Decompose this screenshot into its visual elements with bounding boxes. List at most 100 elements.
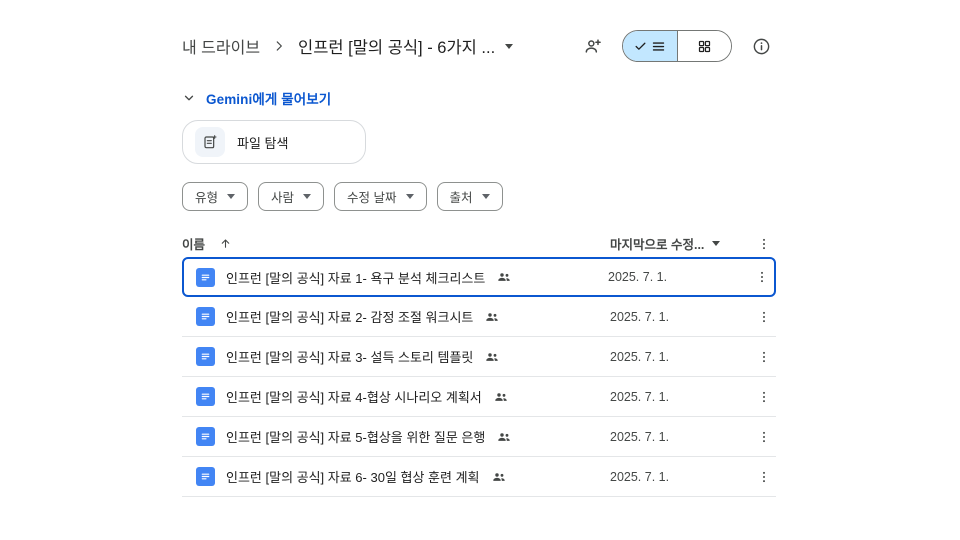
- more-actions-button[interactable]: [752, 425, 776, 449]
- chevron-down-icon: [481, 194, 490, 199]
- filter-chip-modified[interactable]: 수정 날짜: [334, 182, 427, 211]
- file-name: 인프런 [말의 공식] 자료 6- 30일 협상 훈련 계획: [226, 470, 480, 485]
- name-header-label: 이름: [182, 238, 206, 252]
- sort-by-name[interactable]: 이름: [182, 234, 610, 253]
- more-vert-icon: [763, 471, 765, 482]
- sort-by-modified[interactable]: 마지막으로 수정...: [610, 234, 750, 253]
- modified-date: 2025. 7. 1.: [610, 389, 670, 404]
- chip-label: 출처: [449, 191, 473, 205]
- more-actions-button[interactable]: [752, 385, 776, 409]
- more-vert-icon: [763, 351, 765, 362]
- shared-people-icon: [486, 352, 499, 361]
- toolbar-right: [578, 30, 776, 62]
- table-row[interactable]: 인프런 [말의 공식] 자료 5-협상을 위한 질문 은행 2025. 7. 1…: [182, 417, 776, 457]
- row-menu-cell: [750, 425, 776, 449]
- sort-desc-caret-icon: [712, 241, 721, 246]
- table-row[interactable]: 인프런 [말의 공식] 자료 3- 설득 스토리 템플릿 2025. 7. 1.: [182, 337, 776, 377]
- file-table: 이름 마지막으로 수정... 인프런 [말의 공식] 자료 1- 욕구 분석 체…: [182, 230, 776, 497]
- modified-date: 2025. 7. 1.: [610, 349, 670, 364]
- column-options-button[interactable]: [752, 232, 776, 256]
- info-icon: [753, 38, 769, 54]
- details-button[interactable]: [746, 31, 776, 61]
- google-docs-icon: [196, 307, 215, 326]
- breadcrumb-my-drive[interactable]: 내 드라이브: [182, 34, 260, 58]
- row-menu-cell: [750, 385, 776, 409]
- shared-people-icon: [486, 312, 499, 321]
- manage-members-button[interactable]: [578, 31, 608, 61]
- table-row[interactable]: 인프런 [말의 공식] 자료 4-협상 시나리오 계획서 2025. 7. 1.: [182, 377, 776, 417]
- row-menu-cell: [750, 305, 776, 329]
- more-actions-button[interactable]: [750, 265, 774, 289]
- folder-title: 인프런 [말의 공식] - 6가지 ...: [298, 39, 496, 57]
- more-actions-button[interactable]: [752, 305, 776, 329]
- google-docs-icon: [196, 467, 215, 486]
- chevron-down-icon: [227, 194, 236, 199]
- filter-chip-type[interactable]: 유형: [182, 182, 249, 211]
- list-view-button[interactable]: [623, 31, 677, 61]
- folder-menu-caret-icon: [505, 43, 514, 49]
- more-actions-button[interactable]: [752, 345, 776, 369]
- file-name-cell: 인프런 [말의 공식] 자료 5-협상을 위한 질문 은행: [182, 427, 610, 446]
- row-menu-cell: [750, 465, 776, 489]
- breadcrumb-bar: 내 드라이브 인프런 [말의 공식] - 6가지 ...: [182, 28, 776, 64]
- google-docs-icon: [196, 427, 215, 446]
- ask-gemini-label: Gemini에게 물어보기: [206, 92, 332, 107]
- file-name-cell: 인프런 [말의 공식] 자료 4-협상 시나리오 계획서: [182, 387, 610, 406]
- drive-content: 내 드라이브 인프런 [말의 공식] - 6가지 ... Gemini에게 물어…: [182, 28, 776, 497]
- row-menu-cell: [748, 265, 774, 289]
- filter-chips: 유형 사람 수정 날짜 출처: [182, 182, 776, 211]
- more-vert-icon: [763, 431, 765, 442]
- chevron-right-icon: [272, 39, 286, 53]
- chevron-down-icon: [405, 194, 414, 199]
- file-name: 인프런 [말의 공식] 자료 5-협상을 위한 질문 은행: [226, 430, 486, 445]
- ask-gemini-toggle[interactable]: Gemini에게 물어보기: [182, 88, 776, 108]
- more-vert-icon: [763, 391, 765, 402]
- file-explore-label: 파일 탐색: [237, 135, 289, 151]
- grid-view-button[interactable]: [677, 31, 731, 61]
- person-add-icon: [585, 39, 601, 53]
- chip-label: 사람: [271, 191, 295, 205]
- file-explore-button[interactable]: 파일 탐색: [182, 120, 366, 164]
- filter-chip-people[interactable]: 사람: [258, 182, 325, 211]
- check-icon: [635, 42, 646, 50]
- file-name-cell: 인프런 [말의 공식] 자료 1- 욕구 분석 체크리스트: [184, 267, 608, 287]
- table-row[interactable]: 인프런 [말의 공식] 자료 6- 30일 협상 훈련 계획 2025. 7. …: [182, 457, 776, 497]
- chip-label: 수정 날짜: [347, 191, 397, 205]
- table-row[interactable]: 인프런 [말의 공식] 자료 2- 감정 조절 워크시트 2025. 7. 1.: [182, 297, 776, 337]
- file-name: 인프런 [말의 공식] 자료 3- 설득 스토리 템플릿: [226, 350, 474, 365]
- chip-label: 유형: [195, 191, 219, 205]
- filter-chip-source[interactable]: 출처: [436, 182, 503, 211]
- more-vert-icon: [763, 238, 765, 249]
- file-name: 인프런 [말의 공식] 자료 2- 감정 조절 워크시트: [226, 310, 474, 325]
- file-list: 인프런 [말의 공식] 자료 1- 욕구 분석 체크리스트 2025. 7. 1…: [182, 257, 776, 497]
- chevron-down-icon: [184, 95, 194, 101]
- list-view-icon: [652, 41, 665, 51]
- more-vert-icon: [763, 311, 765, 322]
- document-sparkle-icon: [204, 135, 217, 149]
- modified-date: 2025. 7. 1.: [610, 469, 670, 484]
- google-docs-icon: [196, 347, 215, 366]
- chevron-down-icon: [303, 194, 312, 199]
- shared-people-icon: [492, 472, 505, 481]
- file-name-cell: 인프런 [말의 공식] 자료 2- 감정 조절 워크시트: [182, 307, 610, 326]
- file-explore-iconbox: [195, 127, 225, 157]
- google-docs-icon: [196, 387, 215, 406]
- shared-people-icon: [498, 432, 511, 441]
- modified-date: 2025. 7. 1.: [610, 309, 670, 324]
- arrow-up-icon: [221, 239, 230, 248]
- more-vert-icon: [761, 271, 763, 283]
- table-row[interactable]: 인프런 [말의 공식] 자료 1- 욕구 분석 체크리스트 2025. 7. 1…: [182, 257, 776, 297]
- google-docs-icon: [196, 267, 215, 287]
- table-header: 이름 마지막으로 수정...: [182, 230, 776, 257]
- view-toggle: [622, 30, 732, 62]
- grid-view-icon: [698, 40, 711, 52]
- file-name: 인프런 [말의 공식] 자료 1- 욕구 분석 체크리스트: [226, 270, 486, 286]
- shared-people-icon: [498, 273, 511, 281]
- header-menu: [750, 232, 776, 256]
- breadcrumb-current-folder[interactable]: 인프런 [말의 공식] - 6가지 ...: [298, 34, 514, 58]
- file-name-cell: 인프런 [말의 공식] 자료 6- 30일 협상 훈련 계획: [182, 467, 610, 486]
- file-name: 인프런 [말의 공식] 자료 4-협상 시나리오 계획서: [226, 390, 482, 405]
- modified-date: 2025. 7. 1.: [608, 270, 668, 284]
- more-actions-button[interactable]: [752, 465, 776, 489]
- modified-date: 2025. 7. 1.: [610, 429, 670, 444]
